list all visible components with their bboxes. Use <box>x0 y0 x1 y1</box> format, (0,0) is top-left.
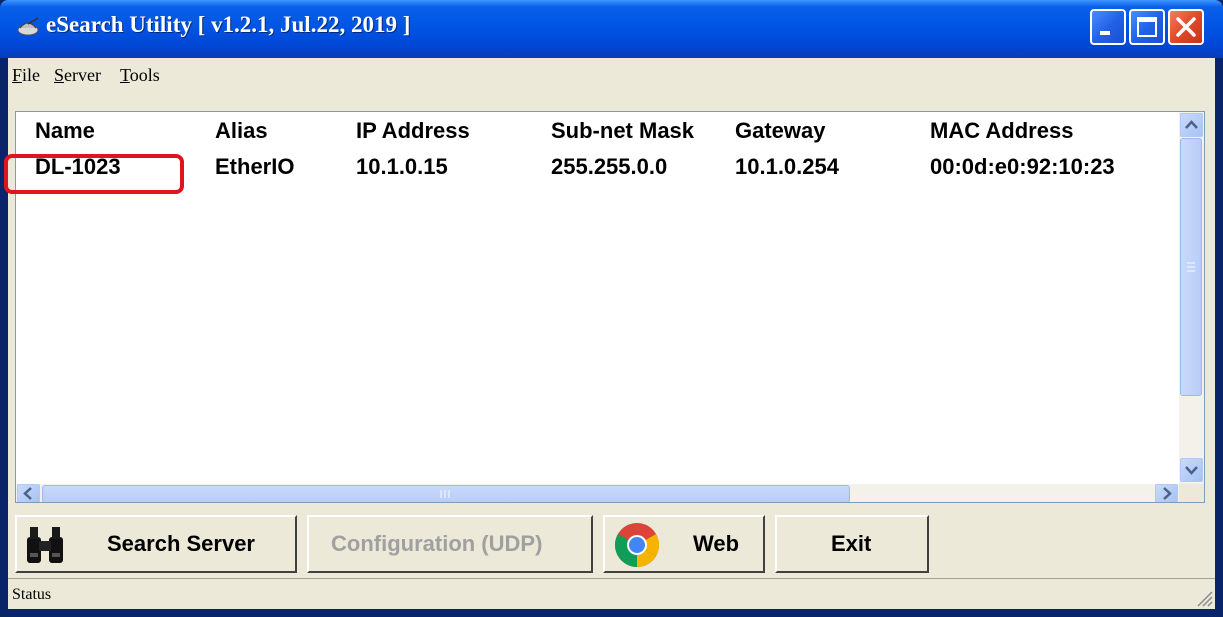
binoculars-icon <box>27 527 63 563</box>
chevron-down-icon <box>1185 466 1198 475</box>
cell-gateway: 10.1.0.254 <box>735 154 839 179</box>
menu-server[interactable]: Server <box>54 65 101 86</box>
scroll-corner <box>1179 484 1204 502</box>
maximize-icon <box>1137 17 1157 37</box>
horizontal-scrollbar[interactable] <box>16 484 1179 502</box>
scroll-right-button[interactable] <box>1155 484 1178 502</box>
selected-row-highlight <box>4 154 184 194</box>
scroll-down-button[interactable] <box>1180 458 1203 482</box>
column-header-gateway[interactable]: Gateway <box>735 112 826 150</box>
client-area: Name Alias IP Address Sub-net Mask Gatew… <box>8 94 1215 609</box>
chevron-left-icon <box>23 487 32 500</box>
web-label: Web <box>693 531 740 556</box>
search-server-label: Search Server <box>107 531 255 556</box>
configuration-udp-label: Configuration (UDP) <box>331 531 543 556</box>
grip-lines-icon <box>1187 262 1195 272</box>
chrome-icon <box>615 523 659 567</box>
menu-tools-accel: T <box>120 65 130 85</box>
cell-mask: 255.255.0.0 <box>551 154 668 179</box>
menu-bar: File Server Tools <box>8 58 1215 94</box>
satellite-dish-icon <box>17 17 39 36</box>
status-bar: Status <box>8 578 1215 609</box>
search-server-button[interactable]: Search Server <box>15 515 297 573</box>
chevron-up-icon <box>1185 120 1198 129</box>
status-text: Status <box>12 586 52 603</box>
resize-grip-icon[interactable] <box>1193 587 1213 607</box>
menu-file[interactable]: File <box>12 65 40 86</box>
title-bar[interactable]: eSearch Utility [ v1.2.1, Jul.22, 2019 ] <box>0 0 1223 58</box>
column-header-ip[interactable]: IP Address <box>356 112 470 150</box>
minimize-icon <box>1100 31 1110 35</box>
vertical-scrollbar[interactable] <box>1179 112 1204 484</box>
chevron-right-icon <box>1163 487 1172 500</box>
menu-tools-rest: ools <box>129 65 160 85</box>
column-header-name[interactable]: Name <box>35 112 95 150</box>
configuration-udp-button[interactable]: Configuration (UDP) <box>307 515 593 573</box>
menu-server-rest: erver <box>64 65 101 85</box>
maximize-button[interactable] <box>1129 9 1165 45</box>
window-title: eSearch Utility [ v1.2.1, Jul.22, 2019 ] <box>46 12 411 37</box>
menu-file-accel: F <box>12 65 23 85</box>
grip-lines-icon <box>440 490 450 498</box>
menu-server-accel: S <box>54 65 65 85</box>
close-icon <box>1176 17 1196 37</box>
menu-file-rest: ile <box>22 65 41 85</box>
cell-mac: 00:0d:e0:92:10:23 <box>930 154 1115 179</box>
vertical-scroll-thumb[interactable] <box>1180 138 1202 396</box>
server-list[interactable]: Name Alias IP Address Sub-net Mask Gatew… <box>15 111 1205 503</box>
web-button[interactable]: Web <box>603 515 765 573</box>
close-button[interactable] <box>1168 9 1204 45</box>
cell-ip: 10.1.0.15 <box>356 154 448 179</box>
horizontal-scroll-thumb[interactable] <box>42 485 850 502</box>
minimize-button[interactable] <box>1090 9 1126 45</box>
scroll-left-button[interactable] <box>17 484 40 502</box>
menu-tools[interactable]: Tools <box>120 65 160 86</box>
scroll-up-button[interactable] <box>1180 113 1203 137</box>
application-window: eSearch Utility [ v1.2.1, Jul.22, 2019 ]… <box>0 0 1223 617</box>
column-header-mask[interactable]: Sub-net Mask <box>551 112 694 150</box>
exit-button[interactable]: Exit <box>775 515 929 573</box>
exit-label: Exit <box>831 531 872 556</box>
column-header-mac[interactable]: MAC Address <box>930 112 1073 150</box>
cell-alias: EtherIO <box>215 154 295 179</box>
column-header-alias[interactable]: Alias <box>215 112 268 150</box>
